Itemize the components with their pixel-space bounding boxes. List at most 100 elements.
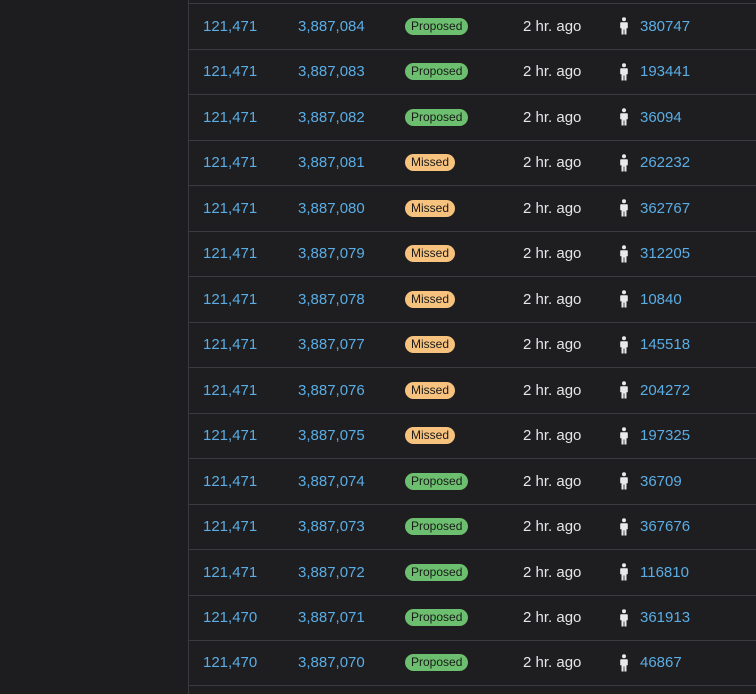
slot-cell: 3,887,079: [298, 232, 365, 277]
epoch-link[interactable]: 121,471: [203, 518, 257, 535]
proposer-link[interactable]: 361913: [640, 609, 690, 626]
slot-link[interactable]: 3,887,083: [298, 63, 365, 80]
age-text: 2 hr. ago: [523, 63, 582, 81]
proposer-link[interactable]: 10840: [640, 291, 682, 308]
epoch-link[interactable]: 121,471: [203, 200, 257, 217]
slots-table: 121,471 3,887,084 Proposed 2 hr. ago 380…: [188, 0, 756, 694]
person-icon: [620, 95, 628, 140]
person-icon: [620, 505, 628, 550]
proposer-link[interactable]: 36709: [640, 473, 682, 490]
slot-link[interactable]: 3,887,076: [298, 382, 365, 399]
age-text: 2 hr. ago: [523, 654, 582, 672]
status-badge-proposed: Proposed: [405, 63, 469, 81]
status-cell: Proposed: [405, 50, 469, 95]
status-badge-proposed: Proposed: [405, 472, 469, 490]
slot-link[interactable]: 3,887,070: [298, 654, 365, 671]
age-text: 2 hr. ago: [523, 108, 582, 126]
proposer-link[interactable]: 145518: [640, 336, 690, 353]
epoch-cell: 121,471: [203, 277, 257, 322]
proposer-link[interactable]: 204272: [640, 382, 690, 399]
slot-link[interactable]: 3,887,071: [298, 609, 365, 626]
status-cell: Missed: [405, 186, 456, 231]
epoch-cell: 121,471: [203, 141, 257, 186]
status-badge-proposed: Proposed: [405, 518, 469, 536]
epoch-link[interactable]: 121,471: [203, 291, 257, 308]
age-cell: 2 hr. ago: [523, 414, 581, 459]
table-row: 121,470 3,887,070 Proposed 2 hr. ago 468…: [189, 640, 756, 686]
epoch-link[interactable]: 121,471: [203, 427, 257, 444]
table-row: 121,471 3,887,082 Proposed 2 hr. ago 360…: [189, 94, 756, 140]
proposer-link[interactable]: 197325: [640, 427, 690, 444]
proposer-cell: 361913: [640, 596, 690, 641]
proposer-link[interactable]: 380747: [640, 18, 690, 35]
age-cell: 2 hr. ago: [523, 4, 581, 49]
table-row: 121,471 3,887,080 Missed 2 hr. ago 36276…: [189, 185, 756, 231]
proposer-cell: 362767: [640, 186, 690, 231]
table-row: 121,471 3,887,078 Missed 2 hr. ago 10840: [189, 276, 756, 322]
epoch-link[interactable]: 121,470: [203, 654, 257, 671]
slot-link[interactable]: 3,887,082: [298, 109, 365, 126]
table-row: 121,471 3,887,076 Missed 2 hr. ago 20427…: [189, 367, 756, 413]
slot-cell: 3,887,080: [298, 186, 365, 231]
epoch-link[interactable]: 121,471: [203, 109, 257, 126]
age-cell: 2 hr. ago: [523, 459, 581, 504]
slot-link[interactable]: 3,887,080: [298, 200, 365, 217]
slot-cell: 3,887,073: [298, 505, 365, 550]
slot-cell: 3,887,083: [298, 50, 365, 95]
person-icon: [620, 596, 628, 641]
status-badge-missed: Missed: [405, 154, 456, 172]
slot-link[interactable]: 3,887,084: [298, 18, 365, 35]
status-badge-missed: Missed: [405, 427, 456, 445]
status-cell: Missed: [405, 414, 456, 459]
slot-cell: 3,887,076: [298, 368, 365, 413]
proposer-link[interactable]: 312205: [640, 245, 690, 262]
epoch-cell: 121,471: [203, 368, 257, 413]
status-cell: Proposed: [405, 505, 469, 550]
status-cell: Missed: [405, 368, 456, 413]
epoch-link[interactable]: 121,470: [203, 609, 257, 626]
status-badge-proposed: Proposed: [405, 108, 469, 126]
age-text: 2 hr. ago: [523, 381, 582, 399]
epoch-link[interactable]: 121,471: [203, 564, 257, 581]
status-badge-proposed: Proposed: [405, 563, 469, 581]
epoch-cell: 121,471: [203, 95, 257, 140]
table-row: 121,471 3,887,077 Missed 2 hr. ago 14551…: [189, 321, 756, 368]
proposer-link[interactable]: 367676: [640, 518, 690, 535]
proposer-link[interactable]: 116810: [640, 564, 689, 581]
epoch-link[interactable]: 121,471: [203, 245, 257, 262]
proposer-link[interactable]: 46867: [640, 654, 682, 671]
slot-link[interactable]: 3,887,079: [298, 245, 365, 262]
table-row: 121,471 3,887,074 Proposed 2 hr. ago 367…: [189, 458, 756, 504]
age-cell: 2 hr. ago: [523, 550, 581, 595]
epoch-link[interactable]: 121,471: [203, 382, 257, 399]
slot-link[interactable]: 3,887,077: [298, 336, 365, 353]
person-icon: [620, 641, 628, 685]
slot-link[interactable]: 3,887,075: [298, 427, 365, 444]
age-text: 2 hr. ago: [523, 199, 582, 217]
table-row: 121,471 3,887,083 Proposed 2 hr. ago 193…: [189, 48, 756, 95]
epoch-link[interactable]: 121,471: [203, 63, 257, 80]
slot-link[interactable]: 3,887,073: [298, 518, 365, 535]
proposer-link[interactable]: 193441: [640, 63, 690, 80]
status-badge-proposed: Proposed: [405, 654, 469, 672]
status-cell: Missed: [405, 277, 456, 322]
proposer-cell: 116810: [640, 550, 689, 595]
epoch-cell: 121,471: [203, 414, 257, 459]
person-icon: [620, 368, 628, 413]
proposer-cell: 197325: [640, 414, 690, 459]
slot-link[interactable]: 3,887,081: [298, 154, 365, 171]
proposer-link[interactable]: 362767: [640, 200, 690, 217]
age-text: 2 hr. ago: [523, 518, 582, 536]
epoch-cell: 121,471: [203, 4, 257, 49]
proposer-cell: 46867: [640, 641, 682, 685]
proposer-link[interactable]: 262232: [640, 154, 690, 171]
slot-link[interactable]: 3,887,078: [298, 291, 365, 308]
epoch-link[interactable]: 121,471: [203, 336, 257, 353]
epoch-link[interactable]: 121,471: [203, 473, 257, 490]
age-cell: 2 hr. ago: [523, 368, 581, 413]
slot-link[interactable]: 3,887,074: [298, 473, 365, 490]
epoch-link[interactable]: 121,471: [203, 18, 257, 35]
proposer-link[interactable]: 36094: [640, 109, 682, 126]
epoch-link[interactable]: 121,471: [203, 154, 257, 171]
slot-link[interactable]: 3,887,072: [298, 564, 365, 581]
